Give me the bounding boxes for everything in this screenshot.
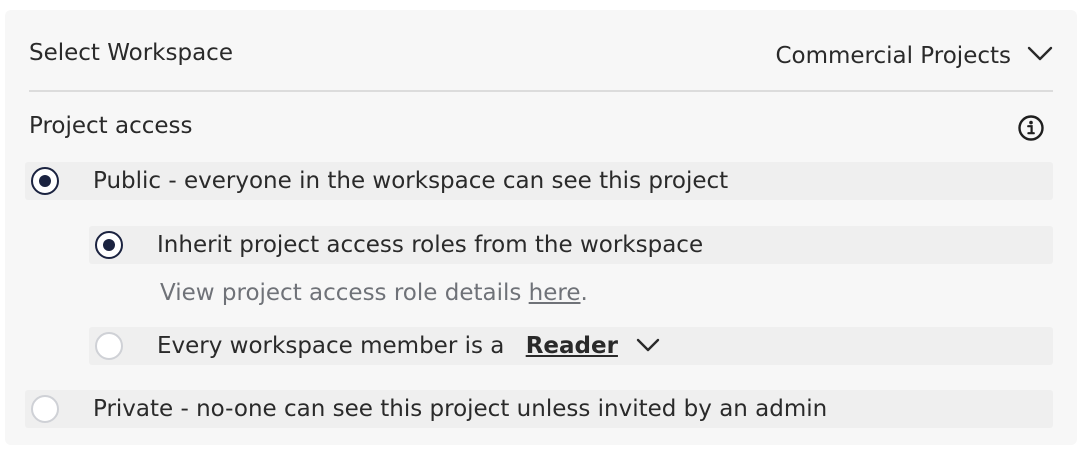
member-role-radio[interactable] (95, 332, 123, 360)
role-details-hint: View project access role details here. (160, 280, 588, 306)
member-role-option: Every workspace member is a Reader (157, 333, 660, 359)
public-option-label: Public - everyone in the workspace can s… (93, 168, 729, 194)
info-icon[interactable] (1017, 114, 1045, 142)
inherit-option-row[interactable]: Inherit project access roles from the wo… (89, 226, 1053, 264)
member-role-label: Every workspace member is a (157, 333, 505, 359)
project-access-label: Project access (29, 113, 193, 139)
public-option-row[interactable]: Public - everyone in the workspace can s… (25, 162, 1053, 200)
role-details-link[interactable]: here (529, 280, 581, 306)
chevron-down-icon (1027, 46, 1053, 66)
workspace-label: Select Workspace (29, 40, 233, 66)
workspace-dropdown[interactable]: Commercial Projects (775, 36, 1053, 76)
member-role-option-row[interactable]: Every workspace member is a Reader (89, 327, 1053, 365)
chevron-down-icon (636, 333, 660, 359)
workspace-row: Select Workspace Commercial Projects (29, 36, 1053, 76)
public-radio[interactable] (31, 167, 59, 195)
project-settings-panel: Select Workspace Commercial Projects Pro… (5, 10, 1077, 445)
divider (29, 90, 1053, 92)
inherit-radio[interactable] (95, 231, 123, 259)
role-selected-value: Reader (525, 333, 618, 359)
hint-text: View project access role details (160, 280, 529, 306)
private-option-label: Private - no-one can see this project un… (93, 396, 828, 422)
workspace-selected-value: Commercial Projects (775, 43, 1011, 69)
inherit-option-label: Inherit project access roles from the wo… (157, 232, 704, 258)
hint-suffix: . (580, 280, 588, 306)
private-option-row[interactable]: Private - no-one can see this project un… (25, 390, 1053, 428)
role-dropdown[interactable]: Reader (526, 333, 660, 359)
private-radio[interactable] (31, 395, 59, 423)
